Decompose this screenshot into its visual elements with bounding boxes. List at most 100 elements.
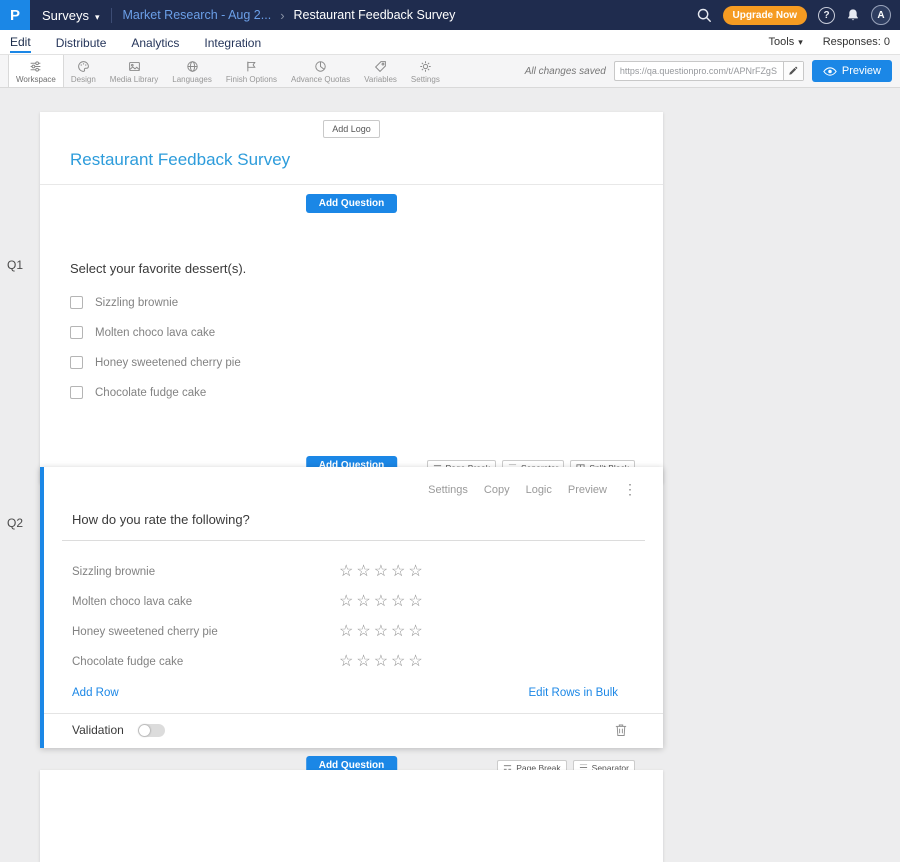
star-rating[interactable]	[339, 624, 423, 640]
star-rating[interactable]	[339, 654, 423, 670]
editor-toolbar: Workspace Design Media Library Languages…	[0, 55, 900, 88]
star-icon[interactable]	[391, 654, 405, 670]
languages-icon	[186, 60, 199, 73]
validation-toggle[interactable]	[138, 724, 165, 737]
upgrade-now-button[interactable]: Upgrade Now	[723, 6, 807, 25]
option-label: Sizzling brownie	[95, 297, 178, 309]
star-icon[interactable]	[408, 654, 422, 670]
star-icon[interactable]	[391, 564, 405, 580]
star-icon[interactable]	[356, 594, 370, 610]
star-icon[interactable]	[356, 654, 370, 670]
star-icon[interactable]	[408, 564, 422, 580]
star-rating[interactable]	[339, 594, 423, 610]
star-icon[interactable]	[408, 624, 422, 640]
responses-count[interactable]: Responses: 0	[823, 36, 890, 48]
logo-letter: P	[10, 7, 20, 24]
star-icon[interactable]	[339, 624, 353, 640]
search-button[interactable]	[696, 7, 712, 23]
tab-edit[interactable]: Edit	[10, 31, 31, 53]
star-icon[interactable]	[339, 594, 353, 610]
survey-url-field	[614, 61, 804, 81]
top-navigation-bar: P Surveys Market Research - Aug 2... › R…	[0, 0, 900, 30]
edit-rows-in-bulk-link[interactable]: Edit Rows in Bulk	[529, 687, 618, 699]
preview-button[interactable]: Preview	[812, 60, 892, 82]
question-settings-link[interactable]: Settings	[428, 484, 468, 496]
search-icon	[696, 7, 712, 23]
question-1-options: Sizzling brownie Molten choco lava cake …	[70, 296, 633, 399]
tab-integration[interactable]: Integration	[204, 32, 261, 52]
toolbar-item-languages[interactable]: Languages	[165, 55, 219, 87]
surveys-label: Surveys	[42, 8, 89, 23]
validation-label: Validation	[72, 723, 124, 737]
toolbar-item-label: Finish Options	[226, 75, 277, 84]
star-icon[interactable]	[339, 654, 353, 670]
questionpro-logo[interactable]: P	[0, 0, 30, 30]
next-survey-block	[40, 770, 663, 862]
add-row-link[interactable]: Add Row	[72, 687, 119, 699]
edit-url-button[interactable]	[783, 62, 803, 80]
toolbar-item-workspace[interactable]: Workspace	[8, 55, 64, 87]
toggle-knob	[139, 725, 150, 736]
checkbox[interactable]	[70, 356, 83, 369]
star-icon[interactable]	[339, 564, 353, 580]
star-icon[interactable]	[374, 654, 388, 670]
star-icon[interactable]	[374, 564, 388, 580]
star-icon[interactable]	[391, 624, 405, 640]
star-icon[interactable]	[391, 594, 405, 610]
star-icon[interactable]	[356, 624, 370, 640]
tools-menu[interactable]: Tools	[769, 36, 803, 48]
rating-row: Honey sweetened cherry pie	[72, 617, 663, 647]
checkbox-option[interactable]: Chocolate fudge cake	[70, 386, 633, 399]
toolbar-item-label: Variables	[364, 75, 397, 84]
tab-distribute[interactable]: Distribute	[56, 32, 107, 52]
toolbar-item-variables[interactable]: Variables	[357, 55, 404, 87]
toolbar-item-label: Workspace	[16, 75, 56, 84]
help-button[interactable]: ?	[818, 7, 835, 24]
option-label: Honey sweetened cherry pie	[95, 357, 241, 369]
breadcrumb-folder[interactable]: Market Research - Aug 2...	[123, 8, 272, 22]
checkbox[interactable]	[70, 326, 83, 339]
question-2-text[interactable]: How do you rate the following?	[72, 512, 645, 527]
toolbar-item-advance-quotas[interactable]: Advance Quotas	[284, 55, 357, 87]
row-edit-links: Add Row Edit Rows in Bulk	[44, 677, 663, 713]
save-status: All changes saved	[525, 66, 606, 77]
toolbar-item-media-library[interactable]: Media Library	[103, 55, 165, 87]
breadcrumb-survey-name: Restaurant Feedback Survey	[294, 8, 456, 22]
pencil-icon	[788, 66, 798, 76]
tab-analytics[interactable]: Analytics	[131, 32, 179, 52]
notifications-button[interactable]	[846, 8, 860, 22]
toolbar-item-design[interactable]: Design	[64, 55, 103, 87]
star-icon[interactable]	[408, 594, 422, 610]
question-copy-link[interactable]: Copy	[484, 484, 510, 496]
add-logo-button[interactable]: Add Logo	[323, 120, 380, 138]
more-options-icon[interactable]	[623, 481, 637, 498]
checkbox-option[interactable]: Sizzling brownie	[70, 296, 633, 309]
upgrade-label: Upgrade Now	[733, 10, 797, 21]
star-icon[interactable]	[356, 564, 370, 580]
checkbox[interactable]	[70, 296, 83, 309]
star-icon[interactable]	[374, 624, 388, 640]
add-question-button[interactable]: Add Question	[306, 194, 398, 213]
user-avatar[interactable]: A	[871, 5, 891, 25]
toolbar-item-settings[interactable]: Settings	[404, 55, 447, 87]
checkbox-option[interactable]: Molten choco lava cake	[70, 326, 633, 339]
question-1-block[interactable]: Select your favorite dessert(s). Sizzlin…	[40, 221, 663, 452]
survey-url-input[interactable]	[615, 66, 783, 76]
surveys-menu[interactable]: Surveys	[42, 8, 100, 23]
finish-options-icon	[245, 60, 258, 73]
toolbar-item-label: Media Library	[110, 75, 158, 84]
toolbar-item-finish-options[interactable]: Finish Options	[219, 55, 284, 87]
delete-question-button[interactable]	[615, 723, 627, 737]
question-2-block[interactable]: Settings Copy Logic Preview How do you r…	[40, 467, 663, 748]
checkbox[interactable]	[70, 386, 83, 399]
add-question-row: Add Question	[40, 185, 663, 221]
question-preview-link[interactable]: Preview	[568, 484, 607, 496]
question-1-text[interactable]: Select your favorite dessert(s).	[70, 261, 633, 276]
rating-row-label: Molten choco lava cake	[72, 596, 339, 608]
survey-title[interactable]: Restaurant Feedback Survey	[70, 150, 633, 170]
question-logic-link[interactable]: Logic	[526, 484, 552, 496]
checkbox-option[interactable]: Honey sweetened cherry pie	[70, 356, 633, 369]
star-rating[interactable]	[339, 564, 423, 580]
rating-row-label: Chocolate fudge cake	[72, 656, 339, 668]
star-icon[interactable]	[374, 594, 388, 610]
